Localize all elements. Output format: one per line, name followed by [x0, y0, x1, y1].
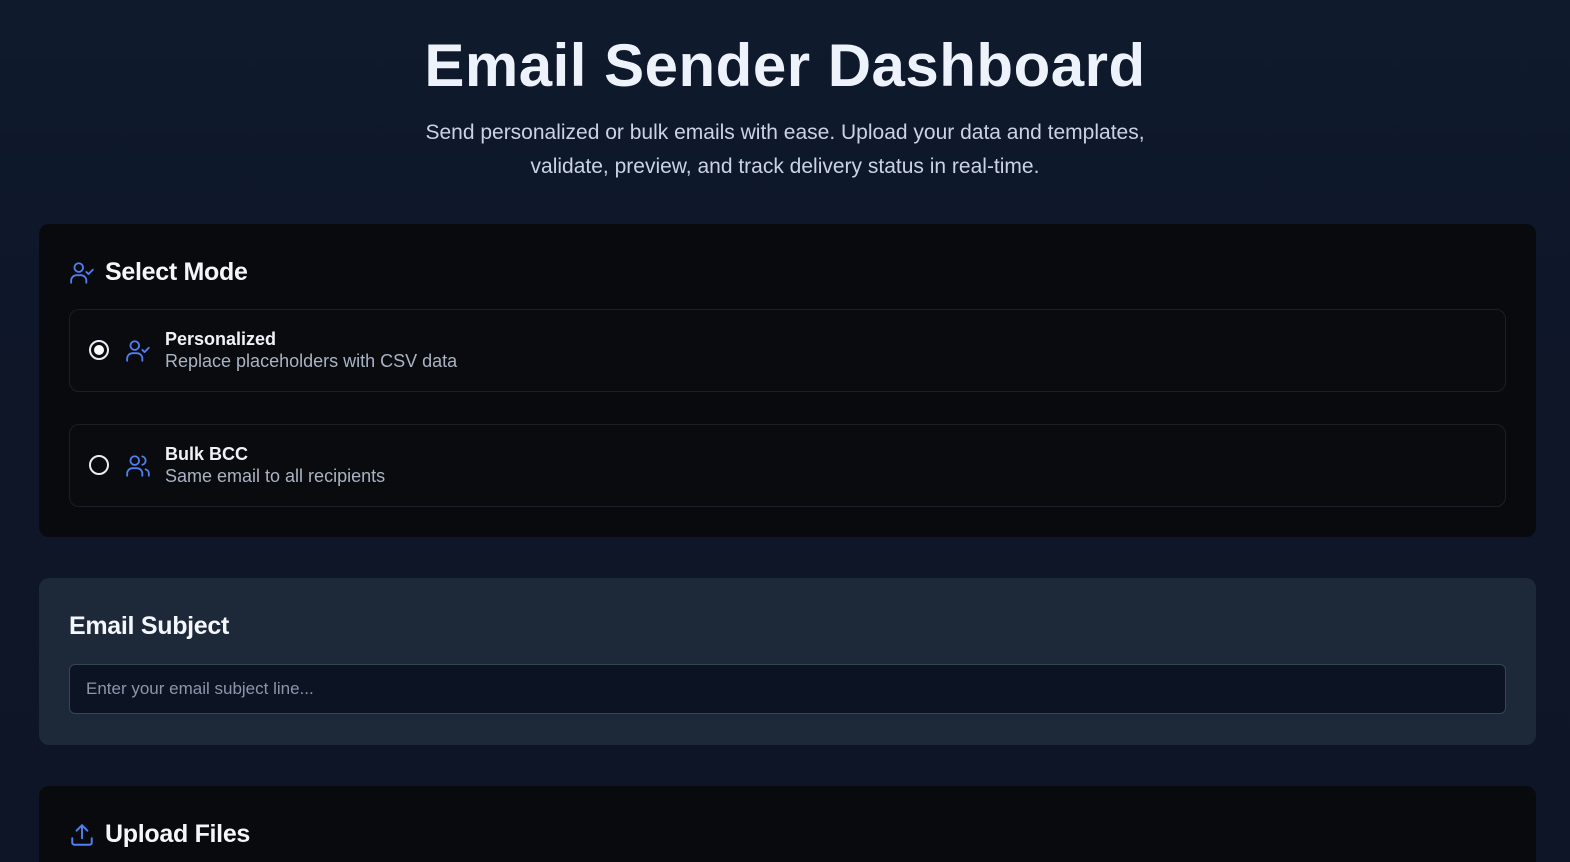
- select-mode-heading: Select Mode: [69, 258, 248, 287]
- page-subtitle: Send personalized or bulk emails with ea…: [425, 121, 1145, 178]
- users-icon: [125, 453, 151, 479]
- page-title: Email Sender Dashboard: [424, 32, 1146, 99]
- select-mode-card: Select Mode Personalized Replace placeho…: [39, 224, 1536, 537]
- mode-option-label: Personalized: [165, 329, 277, 349]
- upload-files-heading: Upload Files: [69, 820, 250, 849]
- mode-option-label: Bulk BCC: [165, 444, 249, 464]
- mode-option-description: Same email to all recipients: [165, 466, 386, 486]
- email-subject-title: Email Subject: [69, 612, 230, 640]
- select-mode-title: Select Mode: [105, 258, 248, 286]
- email-subject-heading: Email Subject: [69, 612, 229, 641]
- mode-option-description: Replace placeholders with CSV data: [165, 351, 458, 371]
- upload-icon: [69, 822, 95, 848]
- mode-option-bulk-bcc[interactable]: Bulk BCC Same email to all recipients: [69, 424, 1506, 507]
- user-check-icon: [69, 260, 95, 286]
- email-subject-input[interactable]: [69, 664, 1506, 714]
- email-subject-card: Email Subject: [39, 578, 1536, 745]
- user-check-icon: [125, 338, 151, 364]
- upload-files-title: Upload Files: [105, 820, 251, 848]
- mode-option-personalized[interactable]: Personalized Replace placeholders with C…: [69, 309, 1506, 392]
- upload-files-card: Upload Files: [39, 786, 1536, 862]
- personalized-radio[interactable]: [89, 340, 109, 360]
- bulk-bcc-radio[interactable]: [89, 455, 109, 475]
